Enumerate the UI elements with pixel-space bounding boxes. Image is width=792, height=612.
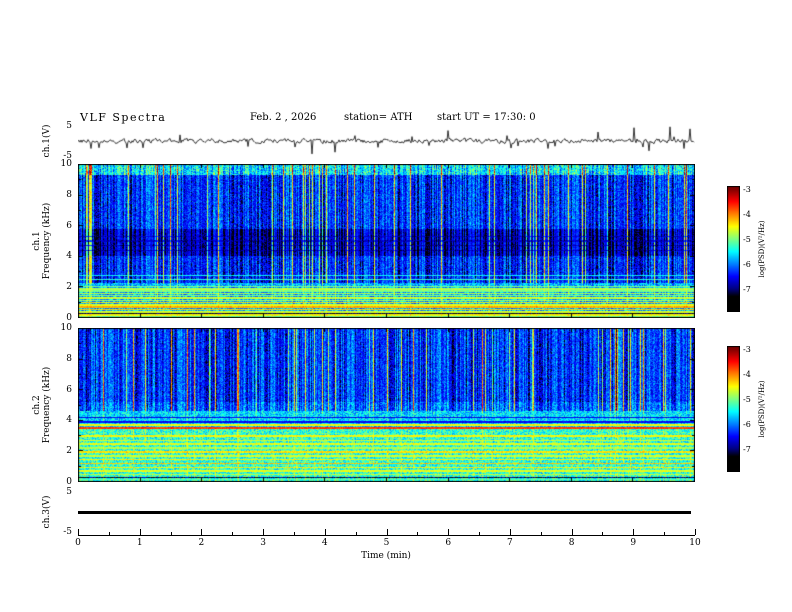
colorbar-tick-label: -6	[743, 260, 751, 270]
freq-tick-label: 6	[66, 384, 72, 395]
x-axis-tick	[293, 532, 295, 535]
colorbar-tick-label: -7	[743, 445, 751, 455]
x-axis-tick	[324, 529, 326, 535]
ch3-flatline-trace	[78, 511, 691, 514]
ch2-channel-text: ch.2	[32, 395, 42, 415]
x-axis-tick	[602, 532, 604, 535]
freq-tick-label: 8	[66, 189, 72, 200]
freq-tick-label: 10	[60, 323, 72, 333]
colorbar-tick-label: -4	[743, 369, 751, 379]
colorbar-tick-label: -5	[743, 394, 751, 404]
ch2-freq-axis-label: ch.2 Frequency (kHz)	[32, 367, 52, 444]
ch1-freq-axis-label: ch.1 Frequency (kHz)	[32, 203, 52, 280]
freq-tick-label: 4	[66, 251, 72, 262]
ch2-freq-axis-text: Frequency (kHz)	[42, 366, 52, 444]
x-tick-label: 0	[75, 538, 81, 548]
colorbar-tick-label: -5	[743, 234, 751, 244]
ch1-volt-tick-label: 5	[66, 121, 72, 131]
vlf-spectra-figure: VLF Spectra Feb. 2 , 2026 station= ATH s…	[0, 0, 792, 612]
x-tick-label: 6	[445, 538, 452, 548]
figure-date: Feb. 2 , 2026	[250, 112, 317, 123]
freq-tick-label: 2	[66, 282, 72, 293]
x-tick-label: 1	[136, 538, 143, 548]
colorbar-tick-label: -3	[743, 184, 751, 194]
x-axis-tick	[479, 532, 481, 535]
x-axis-tick	[355, 532, 357, 535]
freq-tick-label: 0	[66, 313, 72, 323]
colorbar2-canvas	[727, 346, 740, 472]
x-tick-label: 2	[198, 538, 205, 548]
ch1-freq-axis-text: Frequency (kHz)	[42, 202, 52, 280]
x-axis-tick	[633, 529, 635, 535]
colorbar1-label: log(PSD)(V²/Hz)	[758, 220, 766, 278]
start-ut-label: start UT = 17:30: 0	[437, 112, 536, 123]
x-axis-tick	[448, 529, 450, 535]
x-tick-label: 9	[630, 538, 637, 548]
ch3-volt-tick-label: 5	[66, 487, 72, 497]
x-tick-label: 4	[321, 538, 328, 548]
colorbar-tick-label: -3	[743, 344, 751, 354]
colorbar2-label: log(PSD)(V²/Hz)	[758, 380, 766, 438]
x-axis-tick	[664, 532, 666, 535]
x-axis-tick	[139, 529, 141, 535]
freq-tick-label: 0	[66, 477, 72, 487]
x-axis-tick	[170, 532, 172, 535]
x-axis-tick	[263, 529, 265, 535]
x-axis-tick	[571, 529, 573, 535]
ch1-channel-text: ch.1	[32, 231, 42, 251]
freq-tick-label: 4	[66, 415, 72, 426]
x-axis-tick	[108, 532, 110, 535]
x-tick-label: 5	[383, 538, 390, 548]
ch1-waveform-canvas	[78, 126, 695, 156]
time-axis-line	[78, 535, 695, 536]
ch1-spectrogram-canvas	[78, 164, 695, 318]
x-tick-label: 10	[689, 538, 701, 548]
x-axis-tick	[695, 529, 696, 535]
x-tick-label: 7	[507, 538, 513, 548]
figure-title: VLF Spectra	[80, 111, 167, 124]
ch3-volt-tick-label: -5	[63, 527, 72, 537]
ch3-volt-axis-label: ch.3(V)	[42, 495, 52, 529]
x-axis-tick	[509, 529, 511, 535]
station-label: station= ATH	[344, 112, 413, 123]
ch2-spectrogram-canvas	[78, 328, 695, 482]
colorbar-tick-label: -7	[743, 285, 751, 295]
freq-tick-label: 10	[60, 159, 72, 169]
x-tick-label: 3	[260, 538, 266, 548]
x-axis-tick	[232, 532, 234, 535]
time-axis-label: Time (min)	[361, 551, 411, 561]
x-axis-tick	[201, 529, 203, 535]
colorbar-tick-label: -6	[743, 420, 751, 430]
freq-tick-label: 2	[66, 446, 72, 457]
freq-tick-label: 8	[66, 353, 72, 364]
x-tick-label: 8	[568, 538, 575, 548]
colorbar1-canvas	[727, 186, 740, 312]
x-axis-tick	[78, 529, 79, 535]
x-axis-tick	[417, 532, 419, 535]
x-axis-tick	[386, 529, 388, 535]
ch1-volt-axis-label: ch.1(V)	[42, 124, 52, 158]
x-axis-tick	[540, 532, 542, 535]
colorbar-tick-label: -4	[743, 209, 751, 219]
freq-tick-label: 6	[66, 220, 72, 231]
